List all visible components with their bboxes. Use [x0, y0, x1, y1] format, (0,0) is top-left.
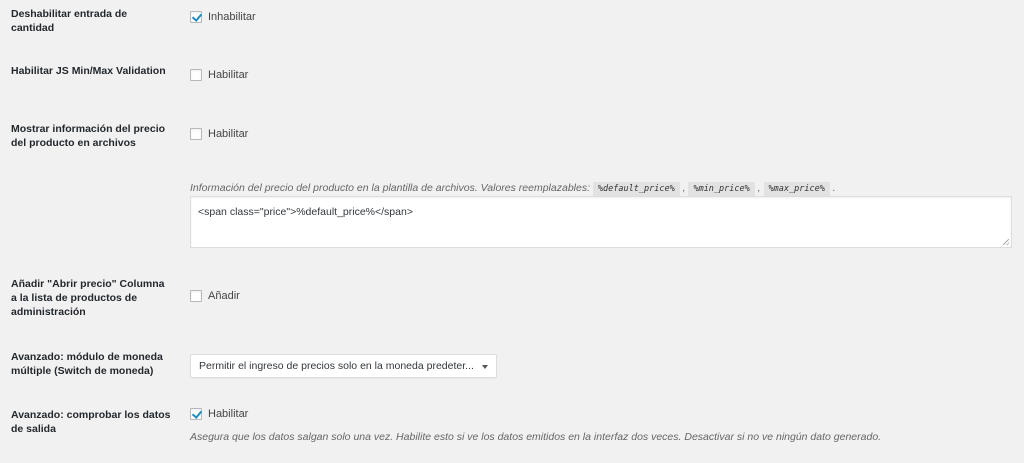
placeholder-default-price: %default_price% [592, 182, 680, 196]
placeholder-max-price: %max_price% [763, 182, 830, 196]
end-period: . [832, 182, 836, 194]
resize-grip-icon[interactable] [1003, 239, 1009, 245]
check-output-checkbox[interactable] [190, 408, 202, 420]
separator: , [682, 182, 686, 194]
admin-column-checkbox[interactable] [190, 290, 202, 302]
admin-column-checkbox-label[interactable]: Añadir [208, 290, 240, 302]
multicurrency-label: Avanzado: módulo de moneda múltiple (Swi… [11, 351, 163, 377]
js-minmax-field[interactable]: Habilitar [190, 69, 248, 81]
chevron-down-icon [482, 365, 488, 369]
archive-price-checkbox[interactable] [190, 128, 202, 140]
disable-qty-checkbox[interactable] [190, 11, 202, 23]
archive-template-description: Información del precio del producto en l… [190, 181, 836, 196]
disable-qty-checkbox-label[interactable]: Inhabilitar [208, 11, 256, 23]
js-minmax-checkbox-label[interactable]: Habilitar [208, 69, 248, 81]
disable-qty-label: Deshabilitar entrada de cantidad [11, 8, 128, 34]
archive-template-desc-prefix: Información del precio del producto en l… [190, 182, 590, 194]
check-output-description: Asegura que los datos salgan solo una ve… [190, 431, 882, 443]
separator: , [757, 182, 761, 194]
archive-template-value: <span class="price">%default_price%</spa… [198, 206, 413, 218]
archive-price-label: Mostrar información del precio del produ… [11, 123, 166, 149]
multicurrency-select[interactable]: Permitir el ingreso de precios solo en l… [190, 354, 497, 378]
check-output-checkbox-label[interactable]: Habilitar [208, 408, 248, 420]
admin-column-field[interactable]: Añadir [190, 290, 240, 302]
archive-price-field[interactable]: Habilitar [190, 128, 248, 140]
check-output-label: Avanzado: comprobar los datos de salida [11, 409, 171, 435]
js-minmax-label: Habilitar JS Min/Max Validation [11, 65, 166, 77]
admin-column-label: Añadir "Abrir precio" Columna a la lista… [11, 278, 165, 318]
js-minmax-checkbox[interactable] [190, 69, 202, 81]
check-output-field[interactable]: Habilitar [190, 408, 248, 420]
placeholder-min-price: %min_price% [688, 182, 755, 196]
archive-template-textarea[interactable]: <span class="price">%default_price%</spa… [190, 196, 1012, 248]
multicurrency-selected-value: Permitir el ingreso de precios solo en l… [199, 360, 474, 372]
disable-qty-field[interactable]: Inhabilitar [190, 11, 256, 23]
archive-price-checkbox-label[interactable]: Habilitar [208, 128, 248, 140]
